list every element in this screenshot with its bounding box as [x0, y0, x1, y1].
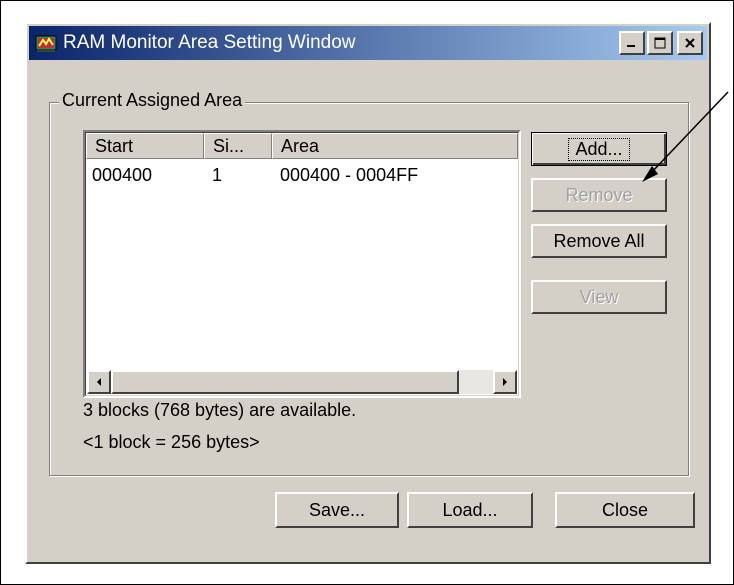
callout-arrow	[642, 91, 729, 182]
